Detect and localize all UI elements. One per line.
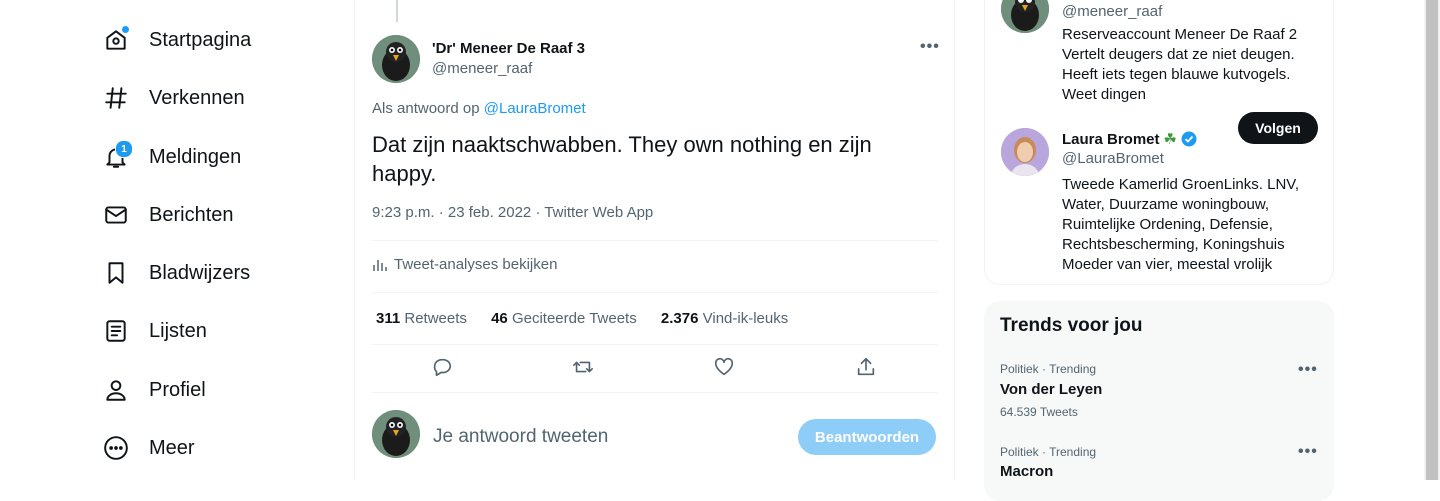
trends-card: Trends voor jou Politiek · Trending Von … bbox=[984, 301, 1334, 501]
nav-label: Bladwijzers bbox=[149, 261, 251, 284]
hashtag-icon bbox=[100, 82, 132, 114]
nav-label: Profiel bbox=[149, 378, 206, 401]
thread-connector-line bbox=[396, 0, 398, 22]
nav-label: Lijsten bbox=[149, 319, 207, 342]
nav-label: Startpagina bbox=[149, 28, 252, 51]
nav-item-messages[interactable]: Berichten bbox=[100, 195, 234, 235]
divider bbox=[372, 392, 938, 393]
suggested-avatar[interactable] bbox=[1001, 0, 1049, 33]
retweet-icon[interactable] bbox=[572, 356, 598, 382]
nav-label: Meer bbox=[149, 436, 195, 459]
nav-label: Berichten bbox=[149, 203, 234, 226]
likes-stat[interactable]: 2.376 Vind-ik-leuks bbox=[661, 310, 788, 327]
tweet-analytics-link[interactable]: Tweet-analyses bekijken bbox=[372, 256, 557, 273]
nav-label: Meldingen bbox=[149, 145, 242, 168]
divider bbox=[372, 344, 938, 345]
clover-icon: ☘ bbox=[1163, 131, 1177, 148]
divider bbox=[372, 292, 938, 293]
bookmark-icon bbox=[100, 257, 132, 289]
trend-name[interactable]: Von der Leyen bbox=[1000, 381, 1102, 398]
analytics-icon bbox=[373, 259, 387, 271]
author-name[interactable]: 'Dr' Meneer De Raaf 3 bbox=[432, 40, 585, 57]
list-icon bbox=[100, 315, 132, 347]
more-circle-icon bbox=[100, 432, 132, 464]
nav-item-explore[interactable]: Verkennen bbox=[100, 78, 245, 118]
trend-meta: Politiek · Trending bbox=[1000, 445, 1097, 459]
suggested-avatar[interactable] bbox=[1001, 128, 1049, 176]
suggested-handle[interactable]: @meneer_raaf bbox=[1062, 3, 1162, 20]
own-avatar[interactable] bbox=[372, 410, 420, 458]
trends-title: Trends voor jou bbox=[1000, 315, 1143, 336]
reply-context: Als antwoord op @LauraBromet bbox=[372, 100, 586, 117]
more-options-icon[interactable]: ••• bbox=[920, 38, 940, 56]
tweet-detail-column: 'Dr' Meneer De Raaf 3 @meneer_raaf ••• A… bbox=[354, 0, 955, 480]
suggested-bio: Tweede Kamerlid GroenLinks. LNV, Water, … bbox=[1062, 176, 1300, 273]
verified-badge-icon bbox=[1181, 131, 1197, 147]
profile-icon bbox=[100, 374, 132, 406]
suggested-name[interactable]: Laura Bromet ☘ bbox=[1062, 130, 1197, 148]
nav-item-notifications[interactable]: 1 Meldingen bbox=[100, 137, 241, 177]
nav-item-lists[interactable]: Lijsten bbox=[100, 311, 207, 351]
nav-label: Verkennen bbox=[149, 86, 245, 109]
trend-count: 64.539 Tweets bbox=[1000, 405, 1078, 419]
trend-more-icon[interactable]: ••• bbox=[1298, 443, 1318, 461]
share-icon[interactable] bbox=[855, 356, 881, 382]
home-icon bbox=[100, 24, 132, 56]
who-to-follow-card: @meneer_raaf Reserveaccount Meneer De Ra… bbox=[984, 0, 1334, 285]
tweet-text: Dat zijn naaktschwabben. They own nothin… bbox=[372, 132, 872, 186]
trend-name[interactable]: Macron bbox=[1000, 463, 1053, 480]
mail-icon bbox=[100, 199, 132, 231]
reply-icon[interactable] bbox=[431, 356, 457, 382]
reply-prefix: Als antwoord op bbox=[372, 100, 480, 117]
author-handle[interactable]: @meneer_raaf bbox=[432, 60, 532, 77]
tweet-stats: 311 Retweets 46 Geciteerde Tweets 2.376 … bbox=[376, 310, 808, 327]
nav-item-more[interactable]: Meer bbox=[100, 428, 195, 468]
author-avatar[interactable] bbox=[372, 35, 420, 83]
scrollbar-thumb[interactable] bbox=[1426, 0, 1438, 480]
bell-icon: 1 bbox=[100, 140, 133, 173]
like-icon[interactable] bbox=[713, 356, 739, 382]
divider bbox=[372, 240, 938, 241]
retweets-stat[interactable]: 311 Retweets bbox=[376, 310, 467, 327]
trend-meta: Politiek · Trending bbox=[1000, 362, 1097, 376]
quote-tweets-stat[interactable]: 46 Geciteerde Tweets bbox=[491, 310, 637, 327]
suggested-handle[interactable]: @LauraBromet bbox=[1062, 150, 1164, 167]
follow-button[interactable]: Volgen bbox=[1238, 112, 1318, 144]
new-content-dot bbox=[121, 25, 130, 34]
nav-item-profile[interactable]: Profiel bbox=[100, 370, 206, 410]
reply-mention-link[interactable]: @LauraBromet bbox=[484, 100, 586, 117]
trend-more-icon[interactable]: ••• bbox=[1298, 361, 1318, 379]
primary-nav: Startpagina Verkennen 1 Meldingen Berich… bbox=[0, 0, 354, 480]
nav-item-home[interactable]: Startpagina bbox=[100, 20, 251, 60]
reply-input[interactable]: Je antwoord tweeten bbox=[433, 426, 608, 448]
suggested-bio: Reserveaccount Meneer De Raaf 2 Vertelt … bbox=[1062, 26, 1298, 103]
reply-submit-button: Beantwoorden bbox=[798, 419, 936, 455]
analytics-label: Tweet-analyses bekijken bbox=[394, 256, 558, 273]
nav-item-bookmarks[interactable]: Bladwijzers bbox=[100, 253, 250, 293]
notification-badge: 1 bbox=[115, 140, 133, 158]
tweet-timestamp[interactable]: 9:23 p.m. · 23 feb. 2022 · Twitter Web A… bbox=[372, 204, 653, 221]
